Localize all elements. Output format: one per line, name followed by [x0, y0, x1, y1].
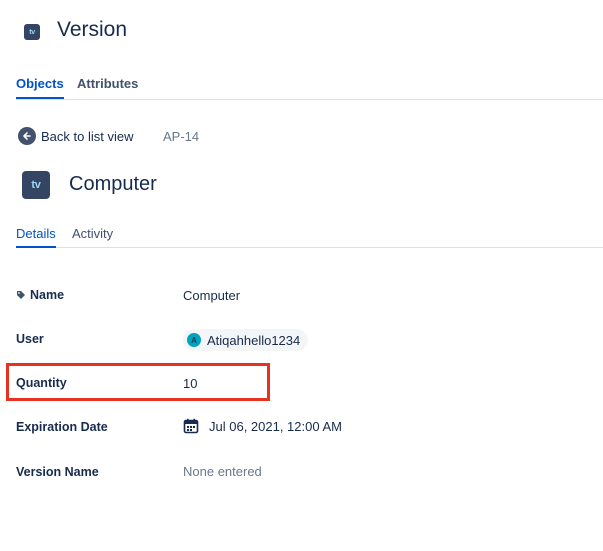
- tab-details[interactable]: Details: [16, 226, 56, 248]
- apple-tv-icon: tv: [24, 24, 40, 40]
- top-tabs: Objects Attributes: [16, 76, 603, 100]
- version-name-value[interactable]: None entered: [183, 464, 262, 479]
- tab-objects[interactable]: Objects: [16, 76, 64, 99]
- object-title: Computer: [69, 173, 157, 195]
- apple-tv-icon: tv: [22, 171, 50, 199]
- object-key: AP-14: [163, 129, 200, 144]
- avatar: A: [187, 333, 201, 347]
- expiration-label: Expiration Date: [16, 420, 108, 434]
- detail-tabs: Details Activity: [16, 226, 603, 248]
- name-value: Computer: [183, 288, 241, 303]
- name-label: Name: [16, 288, 64, 302]
- tag-icon: [17, 291, 25, 299]
- expiration-value[interactable]: Jul 06, 2021, 12:00 AM: [183, 418, 342, 434]
- user-chip[interactable]: A Atiqahhello1234: [183, 329, 309, 351]
- back-to-list-button[interactable]: Back to list view: [18, 127, 133, 145]
- version-name-label: Version Name: [16, 465, 99, 479]
- tab-attributes[interactable]: Attributes: [77, 76, 138, 97]
- user-name: Atiqahhello1234: [207, 332, 301, 348]
- quantity-label: Quantity: [16, 376, 67, 390]
- calendar-icon: [183, 418, 199, 434]
- arrow-left-icon: [18, 127, 36, 145]
- page-title: Version: [57, 18, 128, 41]
- user-label: User: [16, 332, 44, 346]
- quantity-value[interactable]: 10: [183, 376, 197, 391]
- back-label: Back to list view: [41, 128, 134, 144]
- tab-activity[interactable]: Activity: [72, 226, 113, 246]
